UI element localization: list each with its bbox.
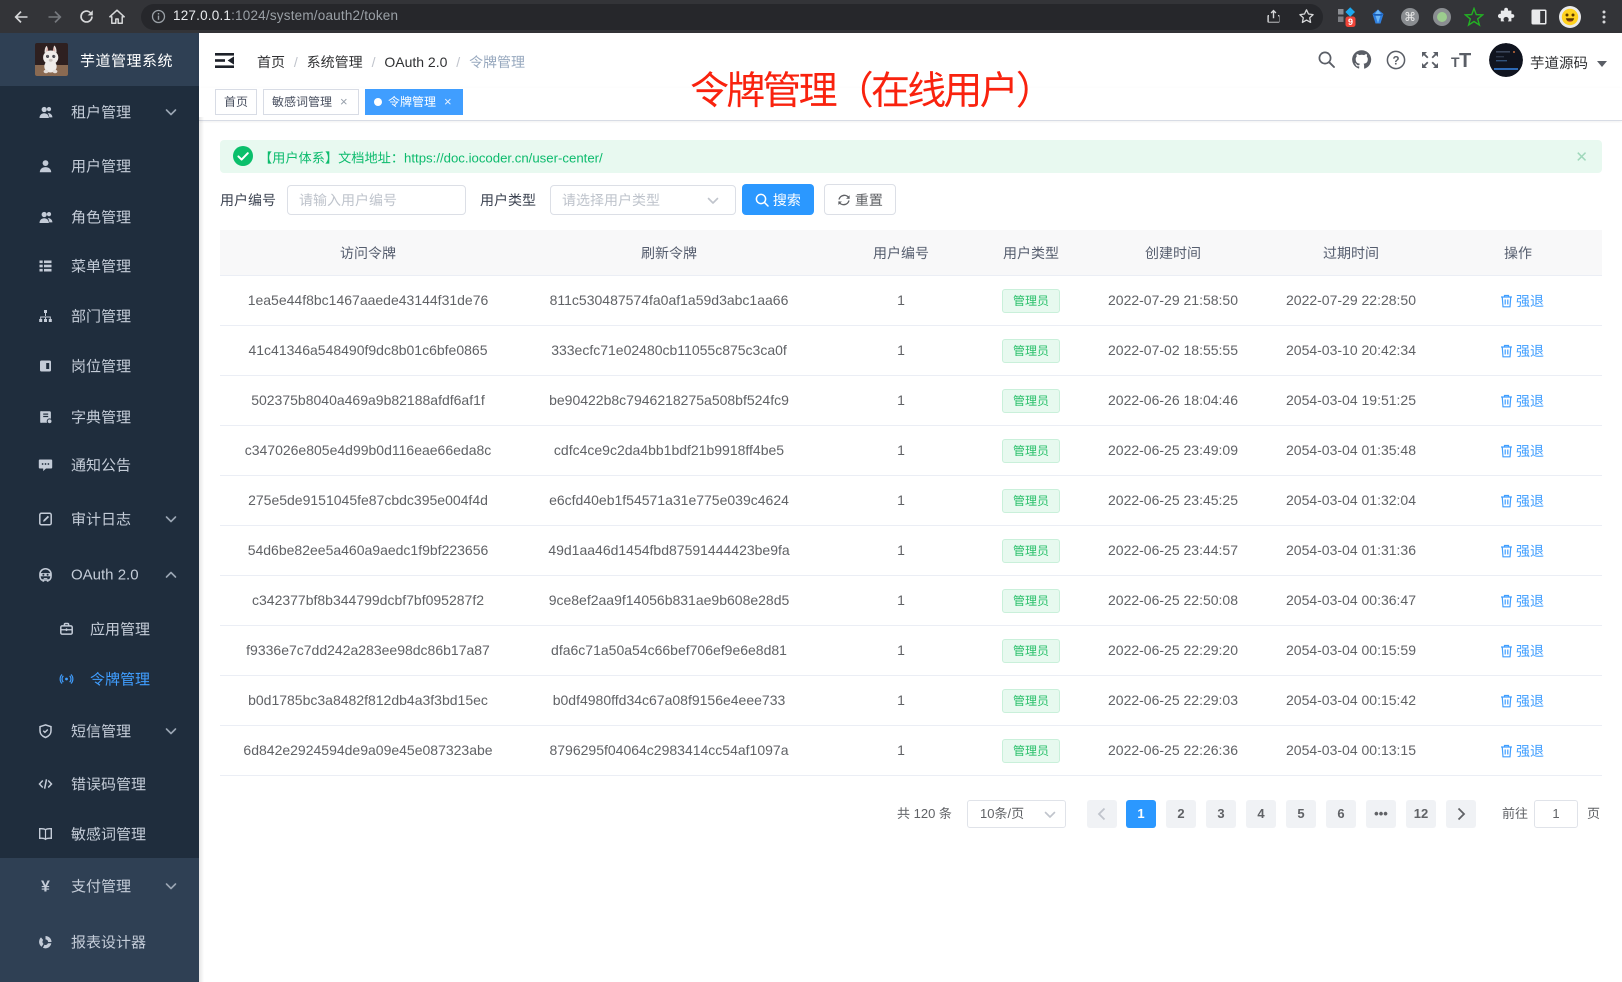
svg-text:9: 9 (1348, 16, 1353, 26)
svg-text:¥: ¥ (41, 879, 50, 894)
svg-text:T: T (1459, 50, 1471, 70)
svg-text:?: ? (1392, 55, 1399, 67)
svg-text:⌘: ⌘ (1404, 10, 1416, 24)
